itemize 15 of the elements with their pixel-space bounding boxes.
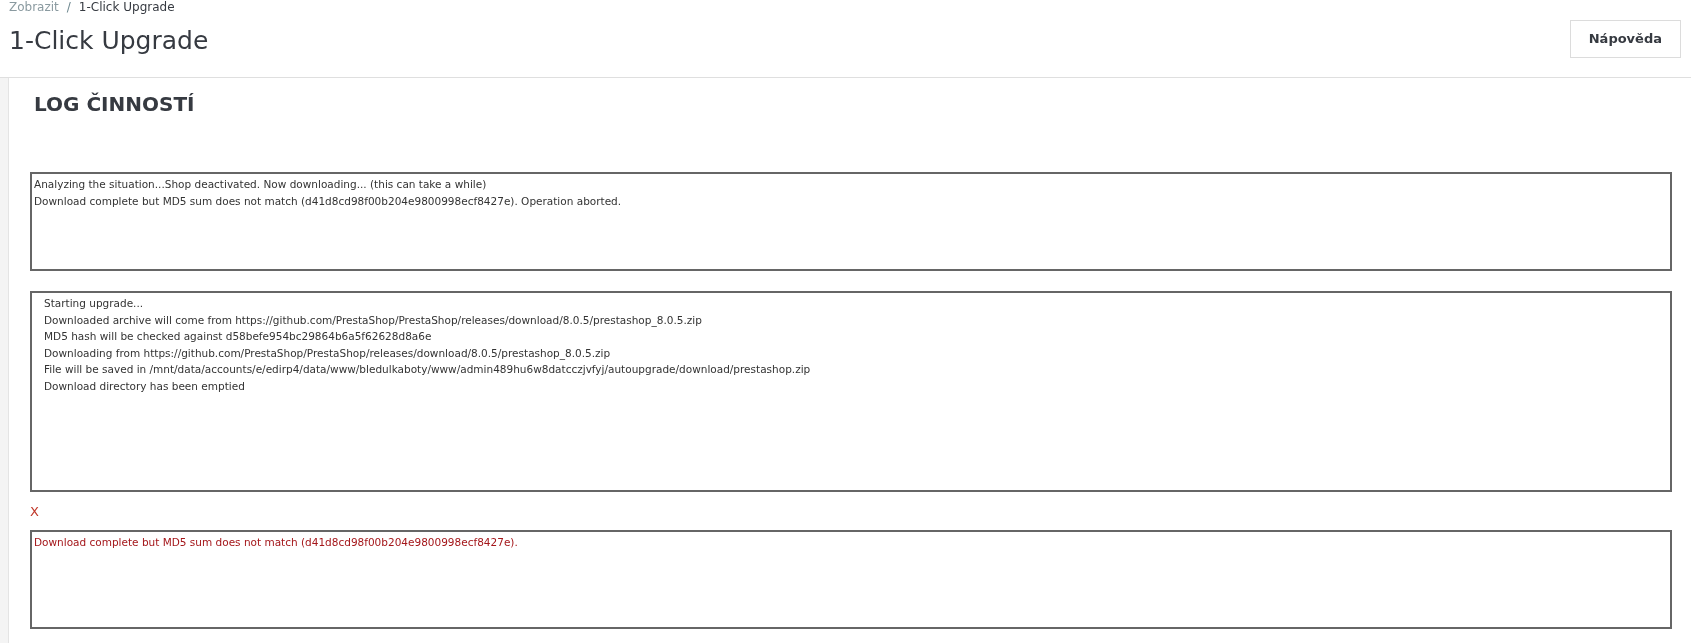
- log-line: Downloading from https://github.com/PrestaShop/PrestaShop/releases/download/8.0.5/prestashop_8.0.5.zip: [44, 345, 611, 361]
- breadcrumb-separator: /: [66, 0, 71, 14]
- log-line: Download complete but MD5 sum does not match (d41d8cd98f00b204e9800998ecf8427e).: [34, 535, 518, 550]
- help-button[interactable]: Nápověda: [1569, 20, 1681, 58]
- log-line: MD5 hash will be checked against d58befe954bc29864b6a5f62628d8a6e: [44, 329, 432, 344]
- breadcrumb-current: 1-Click Upgrade: [78, 0, 175, 14]
- log-line: Downloaded archive will come from https://github.com/PrestaShop/PrestaShop/releases/download/8.0.5/prestashop_8.0.5.zip: [44, 312, 702, 328]
- error-mark: X: [30, 504, 39, 520]
- log-line: Analyzing the situation...Shop deactivated. Now downloading... (this can take a while): [34, 177, 487, 192]
- section-title: LOG ČINNOSTÍ: [34, 92, 196, 116]
- log-line: Download complete but MD5 sum does not match (d41d8cd98f00b204e9800998ecf8427e). Operation aborted.: [34, 193, 622, 209]
- log-line: Download directory has been emptied: [44, 378, 245, 394]
- log-line: Starting upgrade...: [44, 296, 144, 311]
- log-line: File will be saved in /mnt/data/accounts/e/edirp4/data/www/bledulkaboty/www/admin489hu6w8datcczjvfyj/autoupgrade/download/prestashop.zip: [44, 362, 811, 377]
- page-title: 1-Click Upgrade: [9, 26, 209, 56]
